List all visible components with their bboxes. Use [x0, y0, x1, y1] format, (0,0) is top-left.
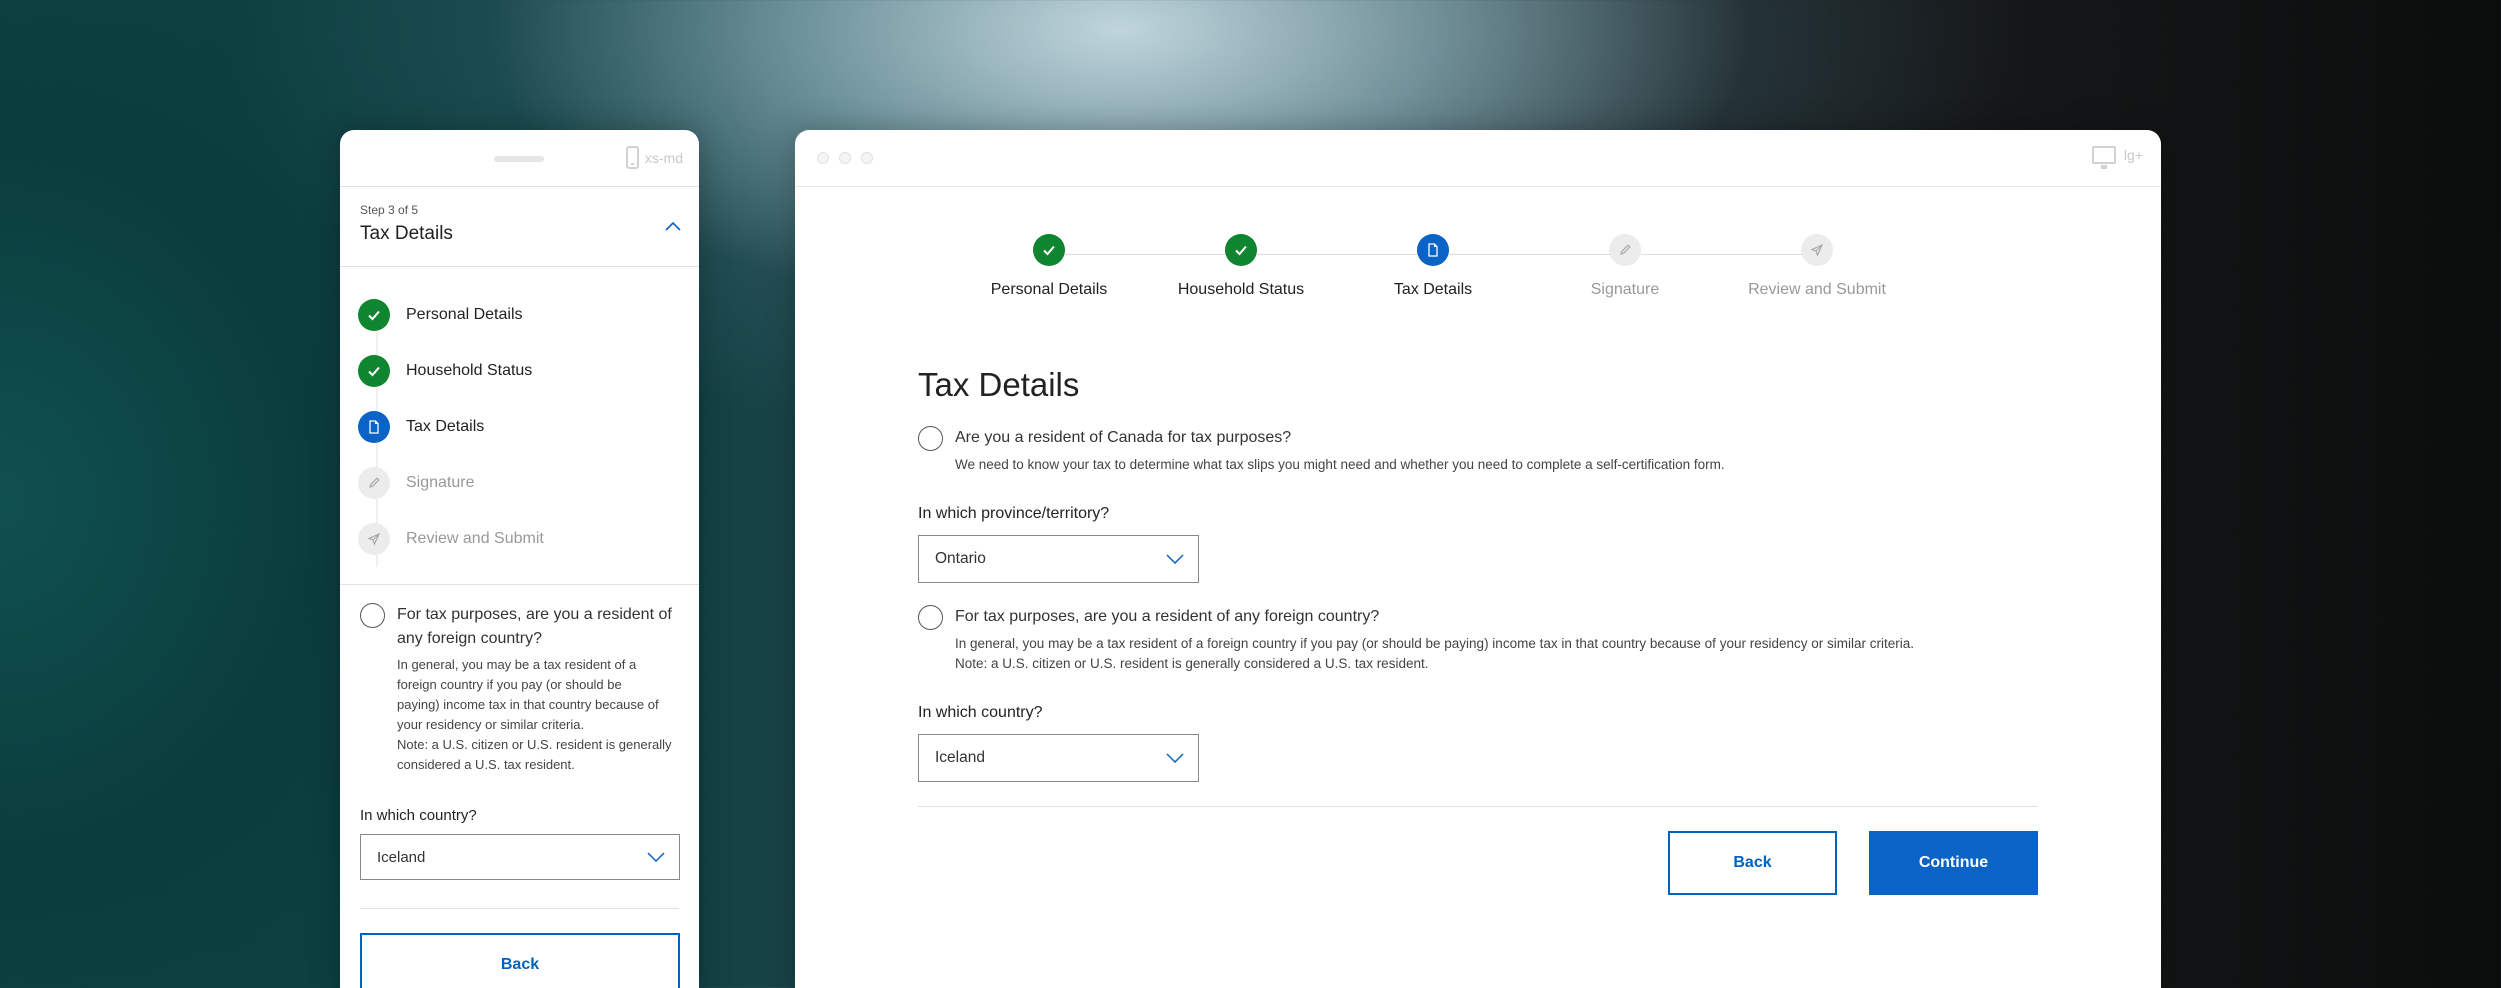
chevron-up-icon[interactable]	[665, 220, 681, 232]
country-value: Iceland	[377, 848, 426, 866]
canada-residency-radio[interactable]	[918, 426, 943, 451]
question-text: For tax purposes, are you a resident of …	[397, 606, 672, 647]
foreign-residency-radio[interactable]	[360, 603, 385, 628]
step-label: Review and Submit	[1748, 281, 1886, 298]
country-value: Iceland	[935, 749, 985, 766]
mobile-step-signature: Signature	[358, 455, 679, 511]
step-label: Household Status	[406, 362, 533, 379]
form-actions: Back Continue	[918, 831, 2038, 895]
mobile-step-personal-details: Personal Details	[358, 287, 679, 343]
step-label: Tax Details	[1393, 281, 1473, 298]
mobile-step-list: Personal Details Household Status Tax De…	[340, 267, 699, 585]
foreign-residency-radio[interactable]	[918, 605, 943, 630]
step-label: Personal Details	[406, 306, 523, 323]
question-help-text: In general, you may be a tax resident of…	[360, 655, 679, 775]
minimize-window-dot[interactable]	[839, 152, 851, 164]
mobile-step-tax-details: Tax Details	[358, 399, 679, 455]
maximize-window-dot[interactable]	[861, 152, 873, 164]
divider	[360, 908, 679, 909]
mobile-top-bar: xs-md	[340, 130, 699, 187]
help-line: your residency or similar criteria.	[397, 717, 585, 732]
chevron-down-icon	[1166, 554, 1184, 564]
desktop-window: lg+ Personal Details Household Status Ta…	[795, 130, 2161, 988]
tax-details-form: Tax Details Are you a resident of Canada…	[918, 366, 2038, 895]
back-button[interactable]: Back	[360, 933, 680, 988]
foreign-residency-question[interactable]: For tax purposes, are you a resident of …	[918, 605, 2038, 630]
help-line: foreign country if you pay (or should be	[397, 677, 622, 692]
step-title: Tax Details	[360, 223, 453, 244]
step-label: Signature	[406, 474, 475, 491]
help-line: Note: a U.S. citizen or U.S. resident is…	[397, 737, 672, 752]
question-text: For tax purposes, are you a resident of …	[955, 608, 1380, 625]
step-label: Household Status	[1177, 281, 1305, 298]
canada-residency-question[interactable]: Are you a resident of Canada for tax pur…	[918, 426, 2038, 451]
page-title: Tax Details	[918, 366, 1080, 403]
window-controls	[817, 152, 873, 164]
checkmark-icon	[1225, 234, 1257, 266]
step-summary-header[interactable]: Step 3 of 5 Tax Details	[340, 187, 699, 267]
question-help-text: We need to know your tax to determine wh…	[955, 457, 1725, 472]
monitor-icon	[2091, 146, 2116, 169]
divider	[918, 806, 2038, 807]
province-value: Ontario	[935, 550, 986, 567]
device-indicator: xs-md	[625, 146, 683, 169]
mobile-step-household-status: Household Status	[358, 343, 679, 399]
device-label: lg+	[2123, 147, 2143, 163]
step-review-submit: Review and Submit	[1721, 234, 1913, 299]
province-select[interactable]: Ontario	[918, 535, 1199, 583]
continue-button[interactable]: Continue	[1869, 831, 2038, 895]
step-label: Personal Details	[990, 281, 1108, 298]
question-help-text: In general, you may be a tax resident of…	[918, 634, 2038, 674]
step-tax-details: Tax Details	[1337, 234, 1529, 299]
pencil-icon	[358, 467, 390, 499]
chevron-down-icon	[1166, 753, 1184, 763]
step-personal-details: Personal Details	[953, 234, 1145, 299]
country-label: In which country?	[918, 704, 1043, 721]
checkmark-icon	[1033, 234, 1065, 266]
step-signature: Signature	[1529, 234, 1721, 299]
foreign-residency-question[interactable]: For tax purposes, are you a resident of …	[360, 603, 679, 651]
checkmark-icon	[358, 299, 390, 331]
country-select[interactable]: Iceland	[918, 734, 1199, 782]
phone-speaker	[494, 156, 544, 162]
step-label: Review and Submit	[406, 530, 544, 547]
help-line: Note: a U.S. citizen or U.S. resident is…	[955, 656, 1429, 671]
document-icon	[358, 411, 390, 443]
country-label: In which country?	[360, 807, 477, 824]
checkmark-icon	[358, 355, 390, 387]
step-label: Signature	[1590, 281, 1660, 298]
country-select[interactable]: Iceland	[360, 834, 680, 880]
step-counter: Step 3 of 5	[360, 203, 419, 217]
help-line: In general, you may be a tax resident of…	[397, 657, 637, 672]
paper-plane-icon	[358, 523, 390, 555]
device-indicator: lg+	[2091, 146, 2143, 169]
help-line: paying) income tax in that country becau…	[397, 697, 659, 712]
progress-stepper: Personal Details Household Status Tax De…	[953, 234, 1913, 314]
help-line: In general, you may be a tax resident of…	[955, 636, 1914, 651]
mobile-window: xs-md Step 3 of 5 Tax Details Personal D…	[340, 130, 699, 988]
device-label: xs-md	[644, 149, 683, 166]
step-label: Tax Details	[406, 418, 485, 435]
phone-icon	[625, 146, 639, 169]
desktop-top-bar: lg+	[795, 130, 2161, 187]
mobile-form: For tax purposes, are you a resident of …	[340, 585, 699, 988]
mobile-step-review-submit: Review and Submit	[358, 511, 679, 567]
question-text: Are you a resident of Canada for tax pur…	[955, 429, 1292, 446]
back-button[interactable]: Back	[1668, 831, 1837, 895]
pencil-icon	[1609, 234, 1641, 266]
step-household-status: Household Status	[1145, 234, 1337, 299]
close-window-dot[interactable]	[817, 152, 829, 164]
province-label: In which province/territory?	[918, 505, 1110, 522]
chevron-down-icon	[647, 852, 665, 862]
paper-plane-icon	[1801, 234, 1833, 266]
help-line: considered a U.S. tax resident.	[397, 757, 575, 772]
document-icon	[1417, 234, 1449, 266]
